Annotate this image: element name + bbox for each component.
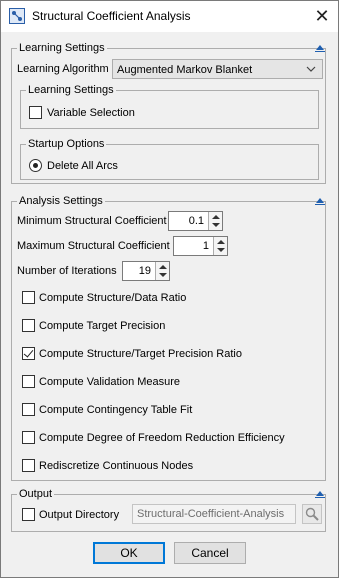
option-label-6: Rediscretize Continuous Nodes (39, 460, 194, 472)
window-title: Structural Coefficient Analysis (32, 9, 191, 23)
max-coefficient-value: 1 (202, 240, 209, 252)
collapse-icon[interactable] (315, 490, 325, 498)
spinner-down-icon[interactable] (212, 223, 220, 227)
option-label-2: Compute Structure/Target Precision Ratio (39, 348, 242, 360)
spinner-arrows[interactable] (155, 262, 169, 280)
spinner-up-icon[interactable] (159, 265, 167, 269)
option-checkbox-3[interactable] (22, 375, 35, 388)
option-label-5: Compute Degree of Freedom Reduction Effi… (39, 432, 285, 444)
min-coefficient-value: 0.1 (188, 215, 204, 227)
startup-options-title: Startup Options (26, 138, 107, 150)
option-checkbox-4[interactable] (22, 403, 35, 416)
analysis-settings-title: Analysis Settings (17, 195, 105, 207)
startup-options-group: Startup Options Delete All Arcs (20, 138, 319, 180)
max-coefficient-spinner[interactable]: 1 (173, 236, 228, 256)
chevron-down-icon (306, 65, 316, 76)
collapse-icon[interactable] (315, 44, 325, 52)
option-checkbox-2[interactable] (22, 347, 35, 360)
spinner-down-icon[interactable] (159, 273, 167, 277)
collapse-icon[interactable] (315, 197, 325, 205)
variable-selection-checkbox[interactable] (29, 106, 42, 119)
learning-algorithm-select[interactable]: Augmented Markov Blanket (112, 59, 323, 79)
option-label-1: Compute Target Precision (39, 320, 166, 332)
option-checkbox-6[interactable] (22, 459, 35, 472)
close-icon[interactable]: ✕ (307, 3, 337, 30)
browse-button[interactable] (302, 504, 322, 524)
output-directory-checkbox[interactable] (22, 508, 35, 521)
delete-all-arcs-label: Delete All Arcs (47, 160, 118, 172)
option-checkbox-1[interactable] (22, 319, 35, 332)
max-coefficient-label: Maximum Structural Coefficient (17, 240, 170, 252)
option-label-3: Compute Validation Measure (39, 376, 181, 388)
spinner-up-icon[interactable] (212, 215, 220, 219)
spinner-down-icon[interactable] (217, 248, 225, 252)
variable-selection-label: Variable Selection (47, 107, 135, 119)
learning-algorithm-label: Learning Algorithm (17, 63, 109, 75)
option-checkbox-0[interactable] (22, 291, 35, 304)
bayesian-network-icon (9, 8, 25, 24)
min-coefficient-spinner[interactable]: 0.1 (168, 211, 223, 231)
delete-all-arcs-radio[interactable] (29, 159, 42, 172)
spinner-arrows[interactable] (208, 212, 222, 230)
title-bar[interactable]: Structural Coefficient Analysis ✕ (1, 1, 338, 32)
min-coefficient-label: Minimum Structural Coefficient (17, 215, 167, 227)
learning-settings-title: Learning Settings (17, 42, 107, 54)
learning-settings-inner-title: Learning Settings (26, 84, 116, 96)
iterations-label: Number of Iterations (17, 265, 117, 277)
output-group: Output Output Directory Structural-Coeff… (11, 488, 326, 532)
output-directory-label: Output Directory (39, 509, 120, 521)
learning-algorithm-value: Augmented Markov Blanket (117, 64, 253, 76)
spinner-arrows[interactable] (213, 237, 227, 255)
learning-settings-group: Learning Settings Learning Algorithm Aug… (11, 42, 326, 184)
search-icon (305, 507, 319, 521)
ok-button[interactable]: OK (93, 542, 165, 564)
cancel-button[interactable]: Cancel (174, 542, 246, 564)
analysis-settings-group: Analysis Settings Minimum Structural Coe… (11, 195, 326, 481)
spinner-up-icon[interactable] (217, 240, 225, 244)
output-directory-field[interactable]: Structural-Coefficient-Analysis (132, 504, 296, 524)
iterations-value: 19 (138, 265, 151, 277)
learning-settings-inner-group: Learning Settings Variable Selection (20, 84, 319, 129)
option-label-4: Compute Contingency Table Fit (39, 404, 193, 416)
dialog-window: Structural Coefficient Analysis ✕ Learni… (0, 0, 339, 578)
iterations-spinner[interactable]: 19 (122, 261, 170, 281)
option-label-0: Compute Structure/Data Ratio (39, 292, 187, 304)
option-checkbox-5[interactable] (22, 431, 35, 444)
output-title: Output (17, 488, 55, 500)
